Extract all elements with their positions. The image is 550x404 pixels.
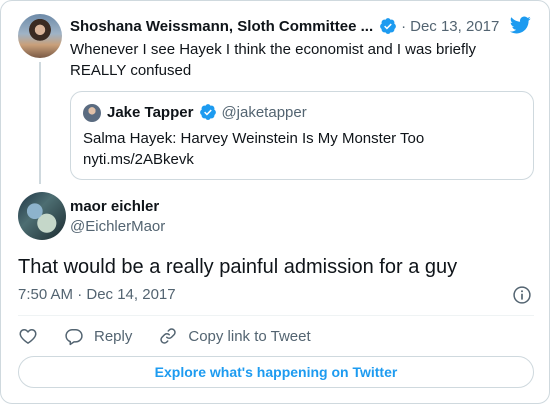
copy-link-button[interactable]: Copy link to Tweet — [158, 326, 311, 346]
verified-badge-icon — [380, 18, 396, 34]
header-separator: · — [401, 17, 407, 35]
reply-icon — [65, 329, 83, 346]
tweet-actions: Reply Copy link to Tweet — [18, 324, 337, 348]
main-author-handle[interactable]: @EichlerMaor — [70, 218, 165, 235]
verified-badge-icon — [200, 104, 217, 120]
quoted-text-line: Salma Hayek: Harvey Weinstein Is My Mons… — [83, 130, 425, 147]
quoted-link[interactable]: nyti.ms/2ABkevk — [83, 149, 523, 170]
heart-icon — [19, 329, 37, 344]
link-icon — [160, 328, 177, 344]
explore-twitter-button[interactable]: Explore what's happening on Twitter — [18, 356, 534, 388]
parent-avatar[interactable] — [18, 14, 62, 58]
quoted-tweet[interactable]: Jake Tapper @jaketapper Salma Hayek: Har… — [70, 91, 534, 180]
main-avatar[interactable] — [18, 192, 66, 240]
divider — [18, 315, 534, 316]
parent-tweet-date[interactable]: Dec 13, 2017 — [410, 18, 499, 35]
thread-line — [39, 62, 41, 184]
like-button[interactable] — [18, 326, 38, 346]
parent-author-name[interactable]: Shoshana Weissmann, Sloth Committee ... — [70, 18, 373, 35]
quoted-author-name: Jake Tapper — [107, 103, 194, 121]
copy-link-label: Copy link to Tweet — [188, 327, 311, 345]
main-author-name[interactable]: maor eichler — [70, 198, 159, 215]
embedded-tweet-card: Shoshana Weissmann, Sloth Committee ... … — [0, 0, 550, 404]
tweet-timestamp[interactable]: 7:50 AM · Dec 14, 2017 — [18, 286, 176, 303]
twitter-bird-icon[interactable] — [508, 14, 532, 36]
info-icon[interactable] — [512, 285, 532, 305]
reply-button[interactable]: Reply — [64, 326, 132, 346]
parent-tweet-text: Whenever I see Hayek I think the economi… — [70, 41, 477, 79]
quoted-tweet-text: Salma Hayek: Harvey Weinstein Is My Mons… — [83, 128, 523, 170]
main-tweet-text: That would be a really painful admission… — [18, 256, 458, 278]
quoted-author-handle: @jaketapper — [221, 103, 307, 121]
parent-tweet-header: Shoshana Weissmann, Sloth Committee ... … — [70, 15, 535, 37]
quoted-avatar — [83, 104, 101, 122]
reply-label: Reply — [94, 327, 133, 345]
quoted-tweet-header: Jake Tapper @jaketapper — [107, 103, 307, 121]
